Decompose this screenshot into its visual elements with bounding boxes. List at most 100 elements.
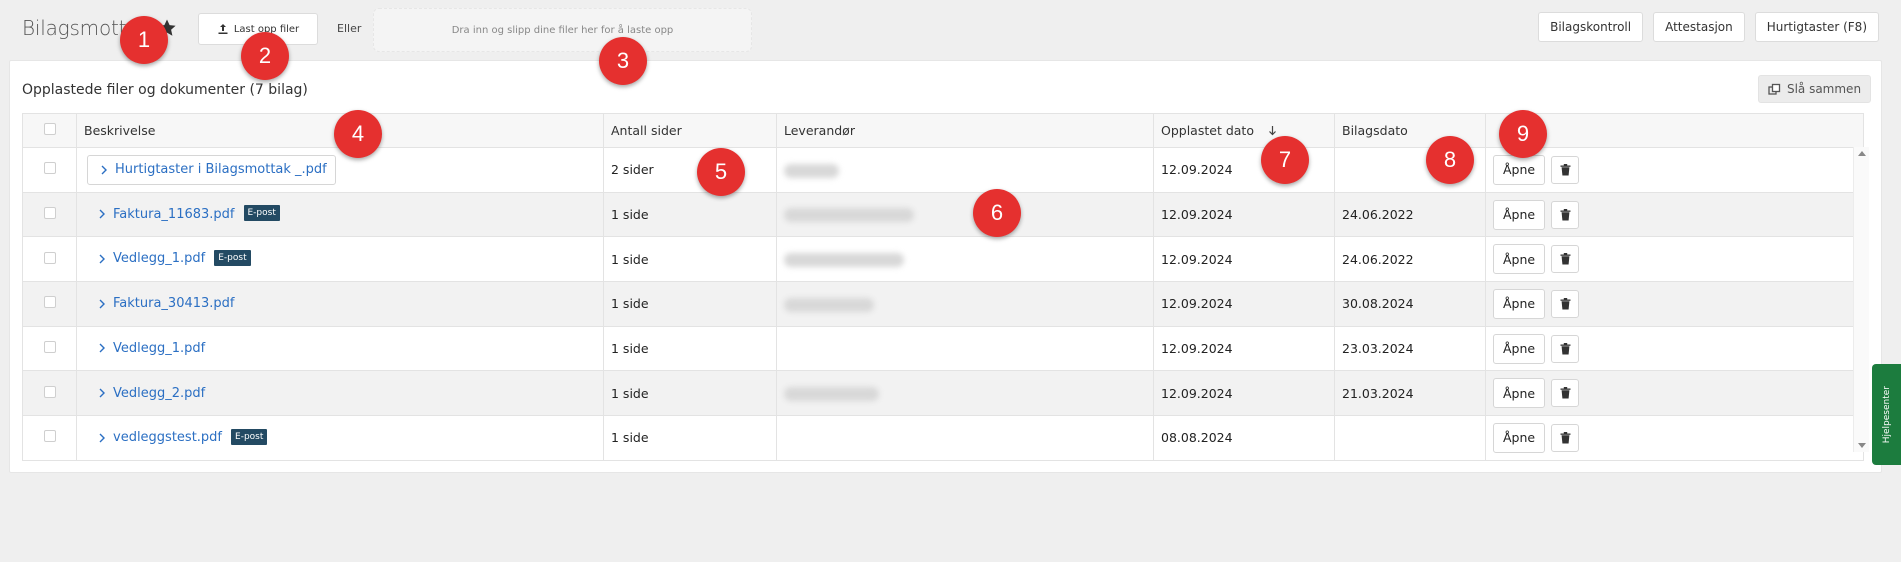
row-checkbox[interactable]: [43, 207, 56, 220]
upload-icon: [218, 24, 228, 34]
delete-button[interactable]: [1551, 200, 1580, 229]
actions-cell: Åpne: [1485, 281, 1864, 327]
files-table: Beskrivelse Antall sider Leverandør Oppl…: [22, 113, 1864, 461]
delete-button[interactable]: [1551, 423, 1580, 452]
supplier-redacted: [784, 297, 874, 312]
file-item[interactable]: Faktura_30413.pdf: [84, 296, 235, 311]
actions-cell: Åpne: [1485, 192, 1864, 238]
email-badge: E-post: [231, 428, 268, 445]
annotation-marker-8: 8: [1426, 136, 1474, 184]
open-button[interactable]: Åpne: [1493, 333, 1546, 364]
annotation-marker-1: 1: [120, 16, 168, 64]
uploaded-date-cell: 12.09.2024: [1153, 192, 1335, 238]
file-item[interactable]: vedleggstest.pdf: [84, 430, 222, 445]
open-button[interactable]: Åpne: [1493, 288, 1546, 319]
row-select-cell: [22, 281, 77, 327]
row-checkbox[interactable]: [43, 341, 56, 354]
row-checkbox[interactable]: [43, 430, 56, 443]
merge-button[interactable]: Slå sammen: [1758, 75, 1871, 103]
table-row[interactable]: vedleggstest.pdf E-post 1 side 08.08.202…: [22, 415, 1864, 461]
open-button[interactable]: Åpne: [1493, 154, 1546, 185]
uploaded-files-panel: Opplastede filer og dokumenter (7 bilag)…: [9, 60, 1882, 473]
delete-button[interactable]: [1551, 334, 1580, 363]
col-pages[interactable]: Antall sider: [603, 113, 777, 148]
row-select-cell: [22, 370, 77, 417]
table-row[interactable]: Faktura_30413.pdf 1 side 12.09.2024 30.0…: [22, 281, 1864, 327]
file-link[interactable]: vedleggstest.pdf: [113, 430, 222, 445]
trash-icon: [1560, 387, 1571, 399]
open-button[interactable]: Åpne: [1493, 199, 1546, 230]
attestasjon-button[interactable]: Attestasjon: [1653, 12, 1745, 42]
annotation-marker-5: 5: [697, 148, 745, 196]
file-link[interactable]: Vedlegg_1.pdf: [113, 341, 205, 356]
chevron-right-icon[interactable]: [98, 388, 106, 398]
chevron-right-icon[interactable]: [100, 165, 108, 175]
delete-button[interactable]: [1551, 379, 1580, 408]
scroll-down-icon[interactable]: [1858, 443, 1866, 448]
actions-cell: Åpne: [1485, 415, 1864, 461]
table-row[interactable]: Vedlegg_1.pdf 1 side 12.09.2024 23.03.20…: [22, 326, 1864, 372]
email-badge: E-post: [214, 249, 251, 266]
scroll-up-icon[interactable]: [1858, 151, 1866, 156]
row-select-cell: [22, 192, 77, 238]
delete-button[interactable]: [1551, 289, 1580, 318]
file-link[interactable]: Vedlegg_1.pdf: [113, 251, 205, 266]
annotation-marker-4: 4: [334, 110, 382, 158]
table-row[interactable]: Vedlegg_1.pdf E-post 1 side 12.09.2024 2…: [22, 236, 1864, 283]
chevron-right-icon[interactable]: [98, 343, 106, 353]
bilagskontroll-button[interactable]: Bilagskontroll: [1538, 12, 1644, 42]
row-actions: Åpne: [1493, 199, 1856, 230]
help-center-tab[interactable]: Hjelpesenter: [1872, 364, 1901, 465]
actions-cell: Åpne: [1485, 147, 1864, 193]
open-button[interactable]: Åpne: [1493, 244, 1546, 275]
chevron-right-icon[interactable]: [98, 254, 106, 264]
open-button[interactable]: Åpne: [1493, 378, 1546, 409]
file-link[interactable]: Faktura_30413.pdf: [113, 296, 235, 311]
delete-button[interactable]: [1551, 245, 1580, 274]
select-all-checkbox[interactable]: [43, 123, 56, 135]
row-checkbox[interactable]: [43, 162, 56, 175]
help-center-label: Hjelpesenter: [1881, 385, 1892, 444]
delete-button[interactable]: [1551, 155, 1580, 184]
shortcuts-button[interactable]: Hurtigtaster (F8): [1754, 12, 1879, 42]
table-row[interactable]: Vedlegg_2.pdf 1 side 12.09.2024 21.03.20…: [22, 370, 1864, 417]
panel-title: Opplastede filer og dokumenter (7 bilag): [22, 82, 308, 98]
file-item[interactable]: Hurtigtaster i Bilagsmottak _.pdf: [87, 154, 336, 185]
chevron-right-icon[interactable]: [98, 209, 106, 219]
table-row[interactable]: Hurtigtaster i Bilagsmottak _.pdf 2 side…: [22, 147, 1864, 193]
file-dropzone[interactable]: Dra inn og slipp dine filer her for å la…: [373, 8, 752, 52]
pages-cell: 1 side: [603, 281, 777, 327]
chevron-right-icon[interactable]: [98, 299, 106, 309]
row-select-cell: [22, 236, 77, 283]
file-item[interactable]: Vedlegg_1.pdf: [84, 251, 205, 266]
row-checkbox[interactable]: [43, 296, 56, 309]
email-badge: E-post: [243, 205, 280, 222]
pages-cell: 1 side: [603, 415, 777, 461]
row-checkbox[interactable]: [43, 385, 56, 398]
table-row[interactable]: Faktura_11683.pdf E-post 1 side 12.09.20…: [22, 192, 1864, 238]
description-cell: Vedlegg_1.pdf: [76, 326, 604, 372]
voucher-date-cell: 21.03.2024: [1334, 370, 1486, 417]
table-scrollbar[interactable]: [1853, 147, 1869, 452]
row-select-cell: [22, 147, 77, 193]
row-actions: Åpne: [1493, 378, 1856, 409]
uploaded-date-cell: 08.08.2024: [1153, 415, 1335, 461]
annotation-marker-2: 2: [241, 32, 289, 80]
col-supplier[interactable]: Leverandør: [776, 113, 1154, 148]
open-button[interactable]: Åpne: [1493, 422, 1546, 453]
col-uploaded-date[interactable]: Opplastet dato: [1153, 113, 1335, 148]
file-item[interactable]: Vedlegg_1.pdf: [84, 341, 205, 356]
uploaded-date-cell: 12.09.2024: [1153, 281, 1335, 327]
row-checkbox[interactable]: [43, 251, 56, 264]
file-link[interactable]: Vedlegg_2.pdf: [113, 386, 205, 401]
pages-cell: 1 side: [603, 326, 777, 372]
row-actions: Åpne: [1493, 288, 1856, 319]
actions-cell: Åpne: [1485, 236, 1864, 283]
file-item[interactable]: Vedlegg_2.pdf: [84, 386, 205, 401]
row-actions: Åpne: [1493, 154, 1856, 185]
file-item[interactable]: Faktura_11683.pdf: [84, 207, 235, 222]
description-cell: Faktura_11683.pdf E-post: [76, 192, 604, 238]
file-link[interactable]: Hurtigtaster i Bilagsmottak _.pdf: [115, 162, 327, 177]
chevron-right-icon[interactable]: [98, 433, 106, 443]
file-link[interactable]: Faktura_11683.pdf: [113, 207, 235, 222]
